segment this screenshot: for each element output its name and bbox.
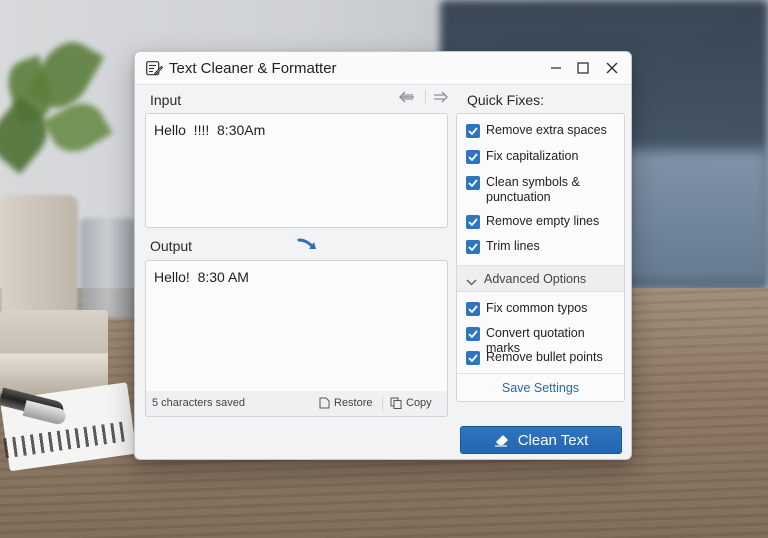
option-label: Remove extra spaces — [486, 123, 607, 137]
minimize-button[interactable] — [545, 58, 567, 78]
save-settings-row: Save Settings — [457, 373, 624, 401]
clean-text-label: Clean Text — [517, 431, 589, 449]
option-label: Clean symbols & punctuation — [486, 175, 580, 204]
option-label: Fix capitalization — [486, 149, 579, 163]
option-remove-empty-lines[interactable]: Remove empty lines — [466, 214, 621, 229]
toolbar-divider — [425, 90, 426, 104]
maximize-button[interactable] — [572, 58, 594, 78]
option-fix-common-typos[interactable]: Fix common typos — [466, 301, 621, 316]
undo-arrow-icon[interactable] — [398, 89, 416, 105]
option-remove-extra-spaces[interactable]: Remove extra spaces — [466, 123, 621, 138]
input-label: Input — [150, 92, 182, 108]
output-status-bar: 5 characters saved Restore Copy — [145, 391, 448, 417]
title-bar: Text Cleaner & Formatter — [135, 52, 631, 85]
advanced-options-toggle[interactable]: Advanced Options — [457, 265, 624, 292]
background-book — [0, 310, 108, 395]
background-plant-pot — [0, 195, 78, 325]
app-window: Text Cleaner & Formatter Input Hello !!!… — [134, 51, 632, 460]
window-title: Text Cleaner & Formatter — [169, 60, 337, 77]
option-label: Trim lines — [486, 239, 540, 253]
checkbox-checked-icon[interactable] — [466, 176, 480, 190]
status-divider — [382, 397, 383, 411]
chevron-down-icon — [466, 274, 477, 286]
option-label: Fix common typos — [486, 301, 588, 315]
checkbox-checked-icon[interactable] — [466, 351, 480, 365]
eraser-icon — [494, 435, 508, 447]
checkbox-checked-icon[interactable] — [466, 150, 480, 164]
copy-icon — [390, 397, 402, 409]
checkbox-checked-icon[interactable] — [466, 215, 480, 229]
quick-fixes-heading: Quick Fixes: — [467, 92, 545, 108]
option-clean-symbols[interactable]: Clean symbols & punctuation — [466, 175, 591, 205]
input-textarea[interactable]: Hello !!!! 8:30Am — [145, 113, 448, 228]
copy-label: Copy — [406, 397, 432, 409]
document-edit-icon — [146, 61, 164, 76]
option-label: Remove empty lines — [486, 214, 600, 228]
checkbox-checked-icon[interactable] — [466, 240, 480, 254]
advanced-options-label: Advanced Options — [484, 272, 587, 286]
save-settings-link[interactable]: Save Settings — [457, 381, 624, 395]
copy-button[interactable]: Copy — [390, 397, 432, 409]
option-trim-lines[interactable]: Trim lines — [466, 239, 621, 254]
option-label: Remove bullet points — [486, 350, 603, 364]
output-label: Output — [150, 238, 193, 254]
characters-saved-status: 5 characters saved — [152, 397, 245, 409]
checkbox-checked-icon[interactable] — [466, 302, 480, 316]
restore-label: Restore — [334, 397, 373, 409]
close-button[interactable] — [601, 58, 623, 78]
option-remove-bullet-points[interactable]: Remove bullet points — [466, 350, 621, 365]
clean-text-button[interactable]: Clean Text — [460, 426, 622, 454]
curved-arrow-icon — [297, 237, 319, 253]
options-panel: Remove extra spaces Fix capitalization C… — [456, 113, 625, 402]
option-fix-capitalization[interactable]: Fix capitalization — [466, 149, 621, 164]
document-icon — [319, 397, 330, 409]
output-textarea[interactable]: Hello! 8:30 AM — [145, 260, 448, 392]
restore-button[interactable]: Restore — [319, 397, 373, 409]
redo-arrow-icon[interactable] — [431, 89, 449, 105]
checkbox-checked-icon[interactable] — [466, 327, 480, 341]
background-pen-cup — [80, 218, 135, 318]
checkbox-checked-icon[interactable] — [466, 124, 480, 138]
